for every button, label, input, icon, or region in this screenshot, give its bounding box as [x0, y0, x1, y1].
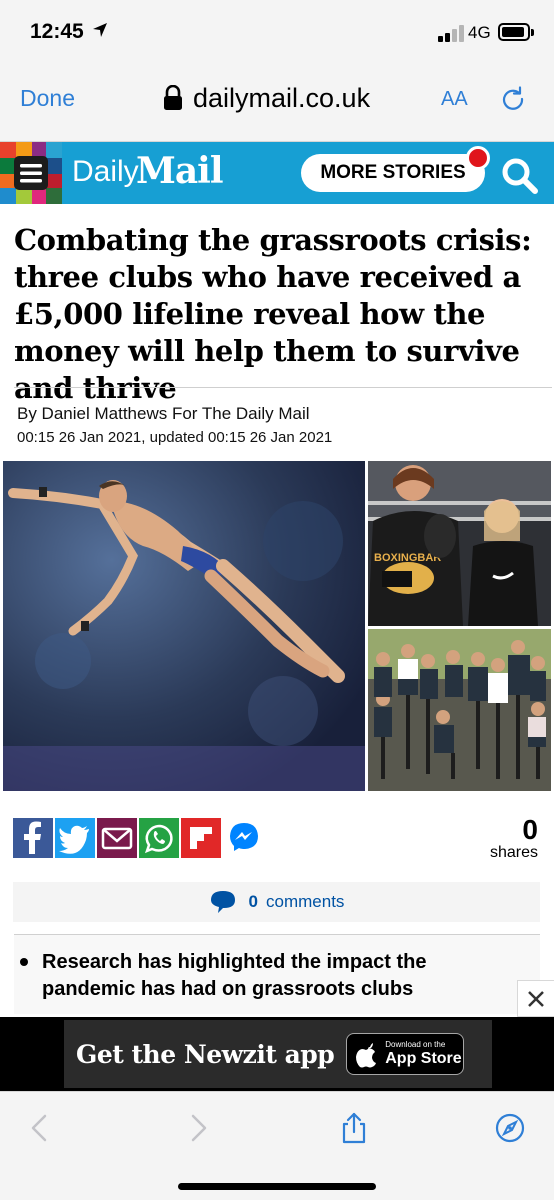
app-store-badge[interactable]: Download on the App Store — [346, 1033, 465, 1075]
text-size-button[interactable]: AA — [441, 88, 468, 111]
whatsapp-share-button[interactable] — [139, 818, 179, 858]
facebook-icon — [24, 821, 41, 854]
article-bullets: Research has highlighted the impact the … — [14, 934, 540, 1014]
logo-daily[interactable]: Daily — [72, 155, 139, 189]
url-text: dailymail.co.uk — [193, 82, 371, 113]
app-ad-banner[interactable]: Get the Newzit app Download on the App S… — [0, 1017, 554, 1091]
text-size-label: AA — [441, 88, 468, 110]
status-bar: 12:45 4G — [0, 0, 554, 66]
ad-text: Get the Newzit app — [76, 1039, 335, 1069]
messenger-share-button[interactable] — [223, 818, 265, 858]
home-indicator[interactable] — [178, 1183, 376, 1190]
logo-mail[interactable]: Mail — [136, 150, 224, 192]
messenger-icon — [230, 823, 258, 851]
location-arrow-icon — [93, 23, 107, 37]
boxing-girls-photo[interactable]: BOXINGBAR — [368, 461, 551, 626]
network-type: 4G — [468, 23, 491, 42]
comments-count: 0 — [248, 892, 259, 911]
flipboard-share-button[interactable] — [181, 818, 221, 858]
diver-photo[interactable] — [3, 461, 365, 791]
byline[interactable]: By Daniel Matthews For The Daily Mail — [17, 404, 310, 424]
compass-icon[interactable] — [494, 1112, 526, 1144]
address-bar[interactable]: dailymail.co.uk — [163, 81, 370, 115]
close-icon — [528, 990, 544, 1007]
email-share-button[interactable] — [97, 818, 137, 858]
menu-icon[interactable] — [0, 142, 62, 204]
boxing-illustration: BOXINGBAR — [368, 461, 551, 626]
signal-icon — [438, 24, 466, 42]
twitter-share-button[interactable] — [55, 818, 95, 858]
diver-illustration — [3, 461, 365, 791]
flipboard-icon — [190, 827, 212, 849]
app-store-big-text: App Store — [385, 1050, 462, 1067]
share-count: 0 — [522, 814, 538, 845]
app-store-small-text: Download on the — [385, 1040, 446, 1049]
comments-label: comments — [266, 892, 345, 911]
status-time: 12:45 — [30, 20, 84, 43]
notification-dot — [466, 146, 490, 170]
more-stories-button[interactable]: MORE STORIES — [301, 154, 485, 192]
dateline: 00:15 26 Jan 2021, updated 00:15 26 Jan … — [17, 429, 333, 446]
close-ad-button[interactable] — [517, 980, 554, 1017]
team-illustration — [368, 629, 551, 791]
reload-icon[interactable] — [500, 86, 526, 112]
email-icon — [101, 827, 133, 850]
whatsapp-icon — [144, 824, 173, 854]
lock-icon — [164, 85, 182, 110]
comment-bubble-icon — [210, 891, 235, 913]
apple-icon — [356, 1043, 377, 1068]
bullet-item: Research has highlighted the impact the … — [42, 951, 427, 1000]
ad-content[interactable]: Get the Newzit app Download on the App S… — [64, 1020, 492, 1088]
divider — [14, 387, 552, 388]
share-buttons — [13, 818, 265, 858]
battery-icon — [498, 23, 534, 41]
done-button[interactable]: Done — [20, 85, 75, 112]
facebook-share-button[interactable] — [13, 818, 53, 858]
comments-link[interactable]: 0 comments — [13, 882, 540, 922]
search-icon[interactable] — [500, 156, 540, 196]
share-icon[interactable] — [338, 1112, 370, 1144]
forward-arrow-icon[interactable] — [182, 1112, 214, 1144]
article-headline: Combating the grassroots crisis: three c… — [14, 223, 532, 405]
share-count-label: shares — [489, 844, 538, 861]
team-group-photo[interactable] — [368, 629, 551, 791]
bullet-dot — [20, 958, 28, 966]
browser-top-bar: Done dailymail.co.uk AA — [0, 66, 554, 142]
twitter-icon — [59, 825, 89, 854]
back-arrow-icon[interactable] — [24, 1112, 56, 1144]
